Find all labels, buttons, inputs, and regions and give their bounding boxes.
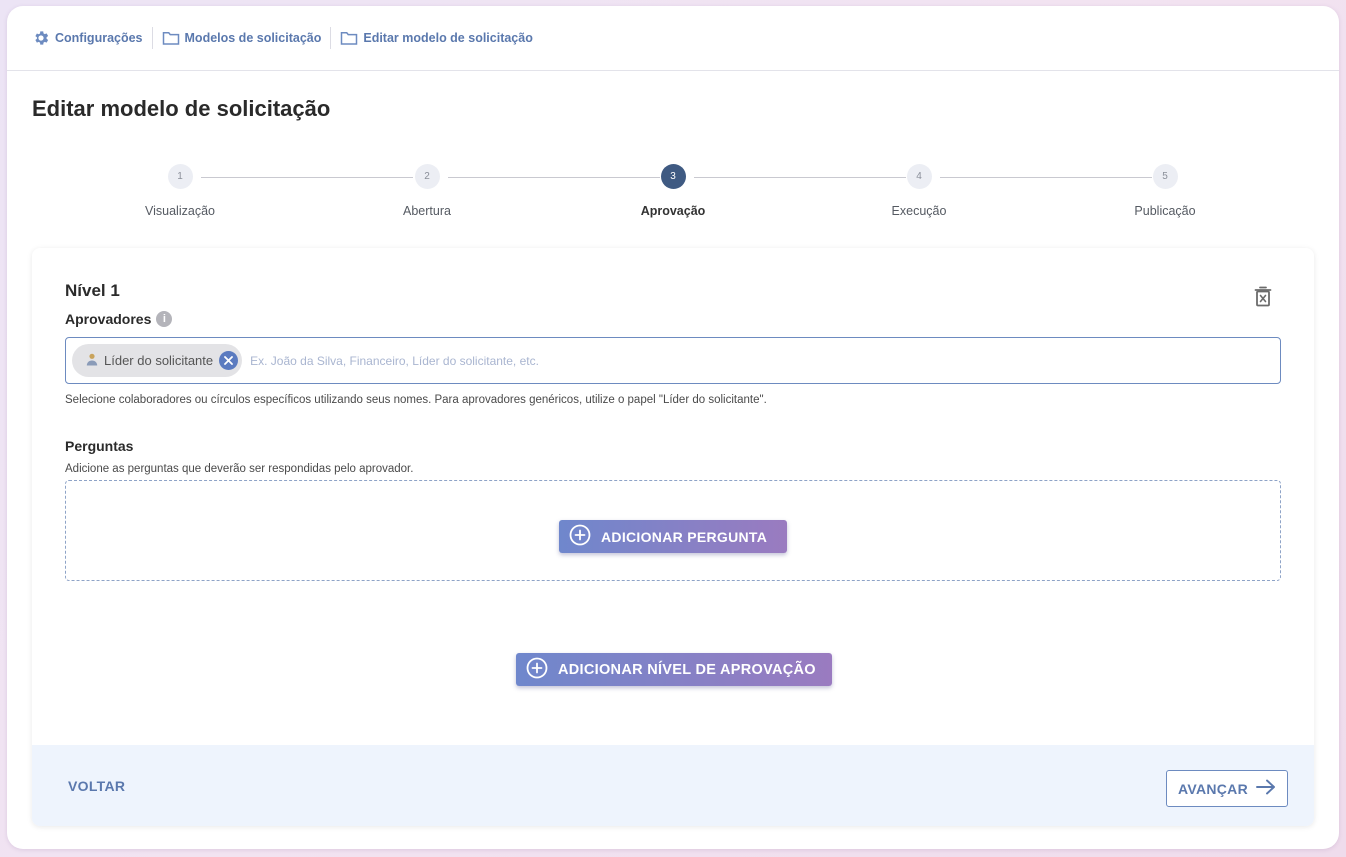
breadcrumb: Configurações Modelos de solicitação Edi… — [7, 6, 1339, 71]
breadcrumb-item-modelos[interactable]: Modelos de solicitação — [153, 27, 331, 49]
page-container: Configurações Modelos de solicitação Edi… — [7, 6, 1339, 849]
step-label: Publicação — [1134, 204, 1196, 218]
stepper: 1 Visualização 2 Abertura 3 Aprovação 4 … — [7, 164, 1339, 234]
plus-circle-icon — [569, 524, 591, 549]
approver-chip-label: Líder do solicitante — [104, 353, 214, 368]
questions-label: Perguntas — [65, 438, 134, 454]
trash-icon — [1254, 286, 1272, 311]
breadcrumb-item-configuracoes[interactable]: Configurações — [32, 27, 152, 49]
approval-level-card: Nível 1 Aprovadores i Líder do solicitan… — [32, 248, 1314, 826]
breadcrumb-label: Modelos de solicitação — [184, 31, 322, 45]
step-visualizacao[interactable]: 1 Visualização — [110, 164, 250, 218]
step-label: Abertura — [403, 204, 451, 218]
next-button[interactable]: AVANÇAR — [1166, 770, 1288, 807]
breadcrumb-item-editar[interactable]: Editar modelo de solicitação — [331, 27, 542, 49]
step-abertura[interactable]: 2 Abertura — [357, 164, 497, 218]
step-number: 2 — [414, 164, 440, 189]
step-label: Execução — [891, 204, 947, 218]
add-question-button[interactable]: ADICIONAR PERGUNTA — [559, 520, 787, 553]
step-number: 5 — [1152, 164, 1178, 189]
breadcrumb-label: Editar modelo de solicitação — [363, 31, 533, 45]
add-approval-level-button[interactable]: ADICIONAR NÍVEL DE APROVAÇÃO — [516, 653, 832, 686]
breadcrumb-label: Configurações — [55, 31, 143, 45]
add-level-label: ADICIONAR NÍVEL DE APROVAÇÃO — [558, 661, 816, 678]
gear-icon — [32, 29, 50, 47]
approvers-label: Aprovadores i — [65, 311, 173, 327]
step-number: 3 — [660, 164, 686, 189]
person-icon — [86, 353, 98, 369]
page-title: Editar modelo de solicitação — [32, 96, 331, 121]
approvers-field[interactable]: Líder do solicitante — [65, 337, 1281, 384]
step-label: Aprovação — [640, 204, 706, 218]
delete-level-button[interactable] — [1254, 286, 1274, 308]
step-number: 1 — [167, 164, 193, 189]
approvers-helper-text: Selecione colaboradores ou círculos espe… — [65, 394, 767, 406]
step-number: 4 — [906, 164, 932, 189]
step-execucao[interactable]: 4 Execução — [849, 164, 989, 218]
approvers-label-text: Aprovadores — [65, 311, 152, 327]
step-publicacao[interactable]: 5 Publicação — [1095, 164, 1235, 218]
plus-circle-icon — [526, 657, 548, 683]
info-icon[interactable]: i — [156, 311, 173, 327]
wizard-footer: VOLTAR AVANÇAR — [32, 745, 1314, 826]
level-title: Nível 1 — [65, 281, 120, 300]
close-icon — [224, 356, 234, 365]
add-question-label: ADICIONAR PERGUNTA — [601, 528, 768, 545]
remove-chip-button[interactable] — [219, 351, 239, 370]
folder-icon — [340, 30, 358, 46]
step-aprovacao[interactable]: 3 Aprovação — [603, 164, 743, 218]
next-label: AVANÇAR — [1177, 780, 1249, 797]
approver-chip[interactable]: Líder do solicitante — [72, 344, 243, 377]
approvers-input[interactable] — [250, 345, 1280, 376]
arrow-right-icon — [1256, 779, 1276, 798]
step-label: Visualização — [145, 204, 215, 218]
questions-hint: Adicione as perguntas que deverão ser re… — [65, 463, 414, 475]
folder-icon — [162, 30, 180, 46]
back-button[interactable]: VOLTAR — [68, 778, 125, 794]
